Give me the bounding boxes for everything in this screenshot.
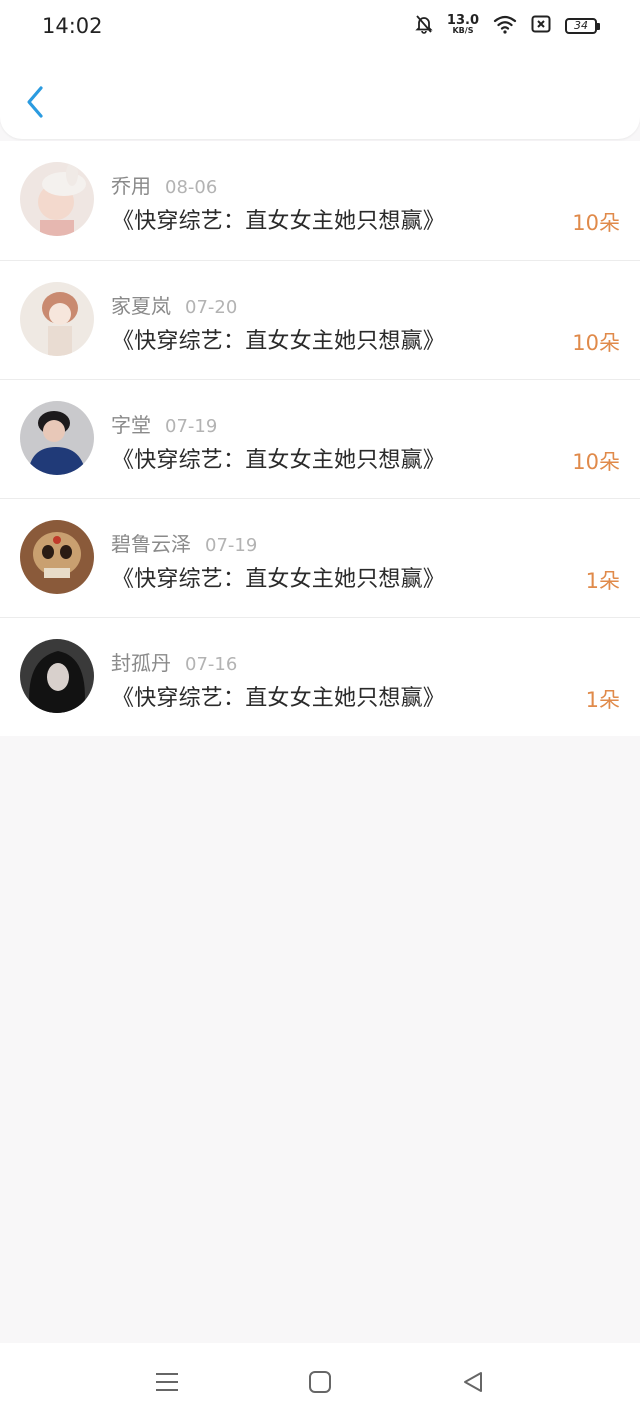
home-button[interactable] xyxy=(305,1369,335,1399)
gift-amount: 10朵 xyxy=(572,211,620,235)
gift-date: 07-19 xyxy=(165,416,218,437)
gift-date: 07-16 xyxy=(185,654,238,675)
sender-name-text: 字堂 xyxy=(111,413,151,437)
status-icons: 13.0 KB/S 34 xyxy=(415,14,600,38)
sender-name-text: 家夏岚 xyxy=(111,294,171,318)
avatar[interactable] xyxy=(20,520,94,594)
gift-date: 08-06 xyxy=(165,177,218,198)
network-speed-value: 13.0 xyxy=(446,13,479,28)
chevron-left-icon xyxy=(25,85,45,123)
book-title: 《快穿综艺：直女女主她只想赢》 xyxy=(112,567,446,592)
battery-level: 34 xyxy=(565,18,597,34)
gift-amount: 10朵 xyxy=(572,450,620,474)
menu-button[interactable] xyxy=(152,1369,182,1399)
gift-amount: 10朵 xyxy=(572,331,620,355)
status-time: 14:02 xyxy=(42,14,103,38)
menu-icon xyxy=(154,1371,180,1397)
sender-name-text: 乔用 xyxy=(111,174,151,198)
system-nav-bar xyxy=(0,1343,640,1422)
gift-date: 07-19 xyxy=(205,535,258,556)
list-item[interactable]: 封孤丹 07-16 《快穿综艺：直女女主她只想赢》 1朵 xyxy=(0,617,640,736)
network-speed: 13.0 KB/S xyxy=(446,13,479,36)
system-back-button[interactable] xyxy=(458,1369,488,1399)
header: 14:02 13.0 KB/S 34 xyxy=(0,0,640,139)
battery-icon: 34 xyxy=(565,18,600,34)
book-title: 《快穿综艺：直女女主她只想赢》 xyxy=(112,448,446,473)
sender-name: 封孤丹 07-16 xyxy=(111,647,237,676)
sender-name: 家夏岚 07-20 xyxy=(111,290,237,319)
gift-amount: 1朵 xyxy=(585,569,620,593)
gift-amount: 1朵 xyxy=(585,688,620,712)
back-button[interactable] xyxy=(18,84,52,124)
sender-name: 乔用 08-06 xyxy=(111,170,217,199)
sender-name-text: 封孤丹 xyxy=(111,651,171,675)
sender-name-text: 碧鲁云泽 xyxy=(111,532,191,556)
avatar[interactable] xyxy=(20,639,94,713)
sender-name: 字堂 07-19 xyxy=(111,409,217,438)
back-triangle-icon xyxy=(461,1370,485,1398)
book-title: 《快穿综艺：直女女主她只想赢》 xyxy=(112,209,446,234)
avatar[interactable] xyxy=(20,282,94,356)
wifi-icon xyxy=(493,14,517,38)
home-square-icon xyxy=(308,1370,332,1398)
bell-muted-icon xyxy=(415,14,433,38)
list-item[interactable]: 乔用 08-06 《快穿综艺：直女女主她只想赢》 10朵 xyxy=(0,141,640,260)
book-title: 《快穿综艺：直女女主她只想赢》 xyxy=(112,329,446,354)
sender-name: 碧鲁云泽 07-19 xyxy=(111,528,257,557)
gift-date: 07-20 xyxy=(185,297,238,318)
sim-disabled-icon xyxy=(531,15,551,37)
list-item[interactable]: 碧鲁云泽 07-19 《快穿综艺：直女女主她只想赢》 1朵 xyxy=(0,498,640,617)
gift-record-list: 乔用 08-06 《快穿综艺：直女女主她只想赢》 10朵 家夏岚 07-20 《快穿… xyxy=(0,141,640,736)
network-speed-unit: KB/S xyxy=(452,26,474,35)
avatar[interactable] xyxy=(20,401,94,475)
list-item[interactable]: 字堂 07-19 《快穿综艺：直女女主她只想赢》 10朵 xyxy=(0,379,640,498)
avatar[interactable] xyxy=(20,162,94,236)
list-item[interactable]: 家夏岚 07-20 《快穿综艺：直女女主她只想赢》 10朵 xyxy=(0,260,640,379)
book-title: 《快穿综艺：直女女主她只想赢》 xyxy=(112,686,446,711)
